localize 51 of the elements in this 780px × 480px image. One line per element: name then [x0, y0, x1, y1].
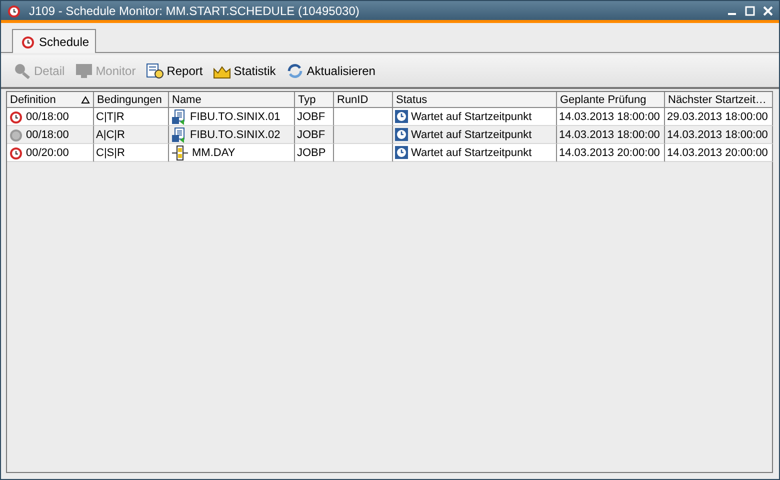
column-header[interactable]: Bedingungen [94, 92, 169, 108]
header-label: RunID [337, 94, 370, 106]
cell-text: A|C|R [96, 128, 125, 140]
cell-text: JOBF [297, 128, 326, 140]
cell-text: C|S|R [96, 146, 125, 158]
header-label: Status [396, 94, 428, 106]
cell-text: Wartet auf Startzeitpunkt [411, 128, 532, 140]
header-label: Name [172, 94, 202, 106]
window-title: J109 - Schedule Monitor: MM.START.SCHEDULE (10495030) [29, 4, 360, 18]
column-header[interactable]: Status [393, 92, 557, 108]
column-header[interactable]: RunID [334, 92, 393, 108]
column-header[interactable]: Definition [7, 92, 94, 108]
toolbar-button[interactable]: Statistik [212, 63, 276, 79]
column-header[interactable]: Name [169, 92, 295, 108]
column-header[interactable]: Nächster Startzeit… [665, 92, 773, 108]
monitor-icon [74, 63, 93, 79]
alarm-clock-icon [7, 4, 21, 18]
close-icon[interactable] [763, 6, 773, 16]
clock-icon [395, 128, 408, 141]
cell-text: 14.03.2013 20:00:00 [559, 146, 660, 158]
header-label: Typ [298, 94, 317, 106]
header-label: Geplante Prüfung [560, 94, 648, 106]
cell-text: 14.03.2013 18:00:00 [559, 128, 660, 140]
cell-text: Wartet auf Startzeitpunkt [411, 146, 532, 158]
toolbar-button[interactable]: Report [146, 63, 203, 79]
report-icon [146, 63, 164, 79]
cell-text: 00/18:00 [26, 110, 69, 122]
refresh-icon [286, 63, 304, 79]
maximize-icon[interactable] [745, 6, 755, 16]
cell-text: FIBU.TO.SINIX.01 [190, 110, 280, 122]
header-label: Definition [10, 94, 57, 106]
column-header[interactable]: Geplante Prüfung [557, 92, 665, 108]
cell-text: Wartet auf Startzeitpunkt [411, 110, 532, 122]
alarm-clock-icon [21, 34, 35, 48]
header-label: Bedingungen [97, 94, 163, 106]
cell-text: FIBU.TO.SINIX.02 [190, 128, 280, 140]
cell-text: 00/20:00 [26, 146, 69, 158]
search-icon [13, 63, 31, 79]
cell-text: 29.03.2013 18:00:00 [667, 110, 768, 122]
cell-text: C|T|R [96, 110, 124, 122]
toolbar-button[interactable]: Aktualisieren [286, 63, 376, 79]
cell-text: MM.DAY [192, 146, 236, 158]
tab[interactable]: Schedule [12, 29, 96, 53]
cell-text: 14.03.2013 18:00:00 [667, 128, 768, 140]
cell-text: 00/18:00 [26, 128, 69, 140]
cell-text: 14.03.2013 20:00:00 [667, 146, 768, 158]
cell-text: JOBF [297, 110, 326, 122]
cell-text: JOBP [297, 146, 326, 158]
cell-text: 14.03.2013 18:00:00 [559, 110, 660, 122]
column-header[interactable]: Typ [295, 92, 334, 108]
header-label: Nächster Startzeit… [668, 94, 768, 106]
